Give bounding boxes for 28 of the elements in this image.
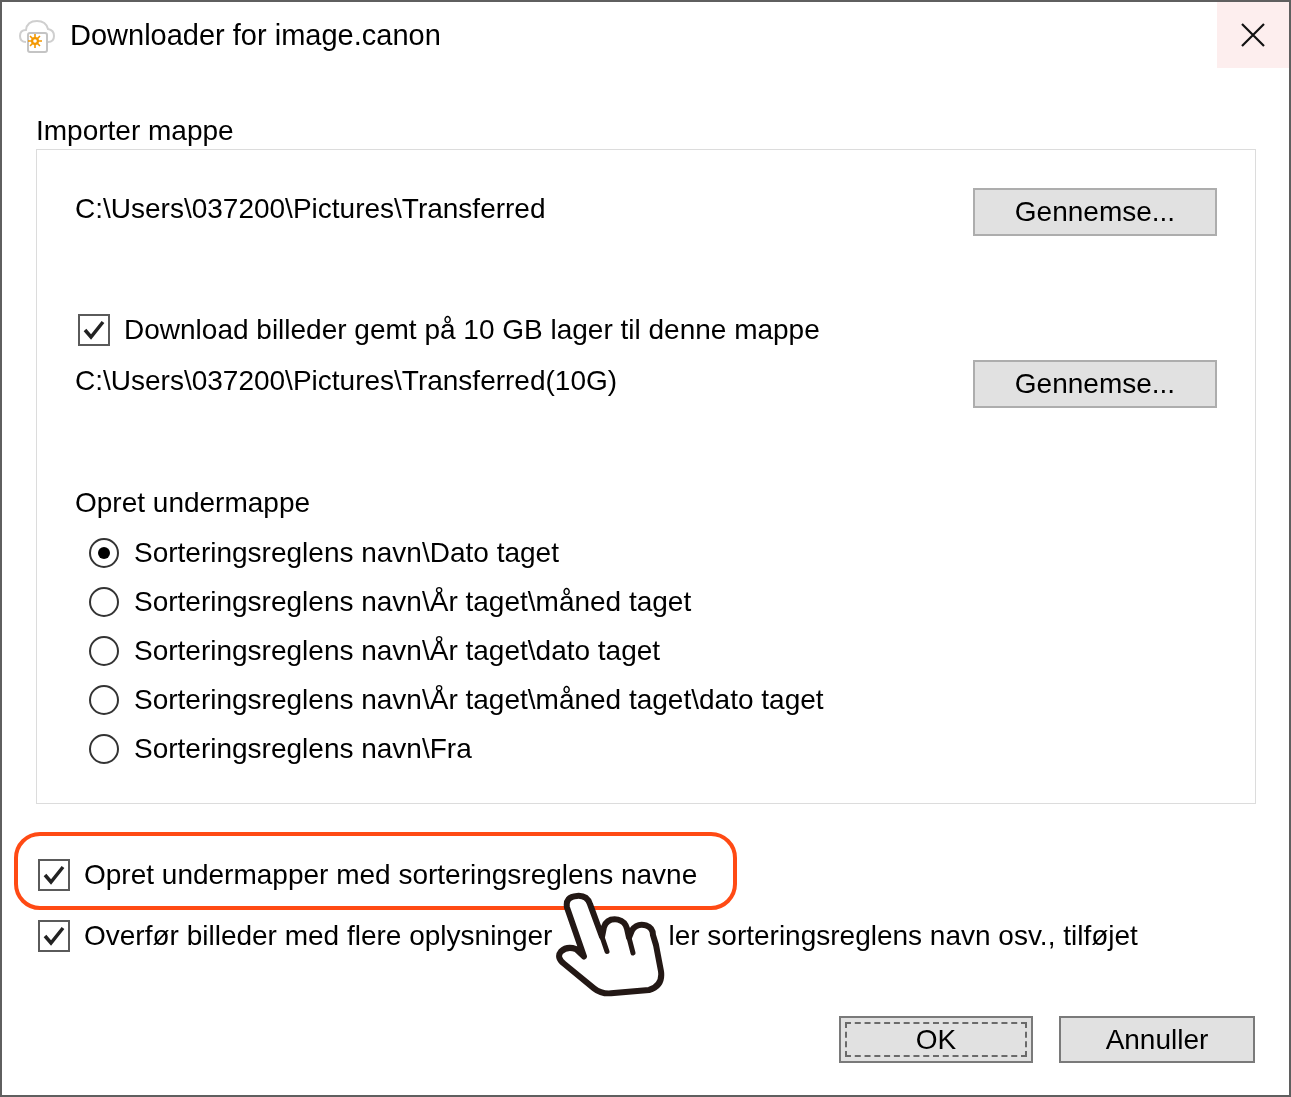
group-label: Importer mappe <box>36 116 234 146</box>
checkbox[interactable] <box>38 859 70 891</box>
checkbox-label: Opret undermapper med sorteringsreglens navne <box>84 861 698 889</box>
close-button[interactable] <box>1217 2 1289 68</box>
radio-button[interactable] <box>89 537 119 568</box>
section-label: Opret undermappe <box>75 487 311 519</box>
radio-label: Sorteringsreglens navn\Dato taget <box>134 536 559 569</box>
checkbox-label: ler sorteringsreglens navn osv., tilføjet <box>668 922 1138 950</box>
cancel-button[interactable]: Annuller <box>1059 1016 1255 1063</box>
radio-label: Sorteringsreglens navn\År taget\måned taget <box>134 585 692 618</box>
folder-path: C:\Users\037200\Pictures\Transferred <box>75 193 546 225</box>
checkbox[interactable] <box>78 314 110 346</box>
ok-button[interactable]: OK <box>839 1016 1033 1063</box>
radio-button[interactable] <box>89 586 119 617</box>
checkbox-label: Download billeder gemt på 10 GB lager til denne mappe <box>124 316 820 344</box>
window-title: Downloader for image.canon <box>70 18 441 52</box>
browse-button[interactable]: Gennemse... <box>973 360 1217 408</box>
close-icon <box>1241 23 1265 47</box>
radio-label: Sorteringsreglens navn\År taget\dato taget <box>134 634 661 667</box>
folder-path: C:\Users\037200\Pictures\Transferred(10G) <box>75 365 618 397</box>
radio-button[interactable] <box>89 733 119 764</box>
radio-button[interactable] <box>89 635 119 666</box>
radio-label: Sorteringsreglens navn\Fra <box>134 732 472 765</box>
browse-button[interactable]: Gennemse... <box>973 188 1217 236</box>
checkbox[interactable] <box>38 920 70 952</box>
radio-button[interactable] <box>89 684 119 715</box>
radio-label: Sorteringsreglens navn\År taget\måned taget\dato taget <box>134 683 824 716</box>
checkbox-label: Overfør billeder med flere oplysninger <box>84 922 553 950</box>
